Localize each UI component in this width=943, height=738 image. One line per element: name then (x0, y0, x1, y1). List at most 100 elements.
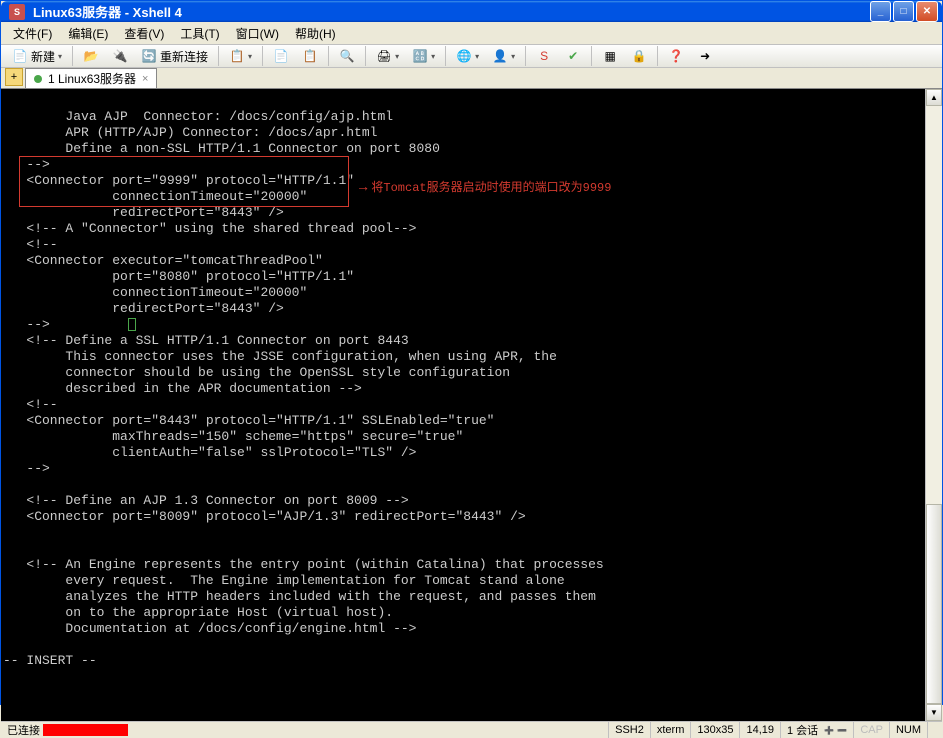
terminal-line: port="8080" protocol="HTTP/1.1" (3, 269, 354, 284)
chevron-down-icon: ▾ (511, 52, 515, 61)
terminal-line: redirectPort="8443" /> (3, 301, 284, 316)
terminal-line: <!-- Define an AJP 1.3 Connector on port… (3, 493, 409, 508)
chevron-down-icon: ▾ (248, 52, 252, 61)
copy-button[interactable]: 📄 (268, 45, 294, 67)
menu-window[interactable]: 窗口(W) (230, 23, 285, 44)
open-button[interactable]: 📂 (78, 45, 104, 67)
maximize-button[interactable]: □ (893, 1, 914, 22)
check-button[interactable]: ✔ (560, 45, 586, 67)
terminal-line: APR (HTTP/AJP) Connector: /docs/apr.html (3, 125, 377, 140)
add-tab-button[interactable]: + (5, 68, 23, 86)
terminal-line: connectionTimeout="20000" (3, 285, 307, 300)
folder-icon: 📂 (83, 48, 99, 64)
paste-button[interactable]: 📋 (297, 45, 323, 67)
globe-button[interactable]: 🌐▾ (451, 45, 484, 67)
status-pos: 14,19 (740, 722, 781, 738)
script-icon: S (536, 48, 552, 64)
minus-icon[interactable]: ➖ (837, 726, 847, 735)
content-area: Java AJP Connector: /docs/config/ajp.htm… (1, 89, 942, 721)
exit-icon: ➜ (697, 48, 713, 64)
scroll-up-button[interactable]: ▲ (926, 89, 942, 106)
terminal-line: <!-- (3, 237, 58, 252)
globe-icon: 🌐 (456, 48, 472, 64)
app-window: S Linux63服务器 - Xshell 4 _ □ ✕ 文件(F) 编辑(E… (0, 0, 943, 705)
terminal[interactable]: Java AJP Connector: /docs/config/ajp.htm… (1, 89, 925, 721)
font-icon: 🔠 (412, 48, 428, 64)
status-term: xterm (651, 722, 692, 738)
status-num: NUM (890, 722, 928, 738)
terminal-line: described in the APR documentation --> (3, 381, 362, 396)
scroll-down-button[interactable]: ▼ (926, 704, 942, 721)
menu-tools[interactable]: 工具(T) (174, 23, 225, 44)
search-icon: 🔍 (339, 48, 355, 64)
terminal-line: <Connector port="8009" protocol="AJP/1.3… (3, 509, 526, 524)
script-button[interactable]: S (531, 45, 557, 67)
annotation-text: 将Tomcat服务器启动时使用的端口改为9999 (359, 180, 611, 196)
terminal-line: connectionTimeout="20000" (3, 189, 307, 204)
lock-button[interactable]: 🔒 (626, 45, 652, 67)
paste-icon: 📋 (302, 48, 318, 64)
terminal-line: Documentation at /docs/config/engine.htm… (3, 621, 416, 636)
new-button[interactable]: 📄新建▾ (7, 45, 67, 67)
window-controls: _ □ ✕ (870, 1, 938, 22)
terminal-line: <!-- (3, 397, 58, 412)
menu-edit[interactable]: 编辑(E) (62, 23, 114, 44)
terminal-line: Define a non-SSL HTTP/1.1 Connector on p… (3, 141, 440, 156)
font-button[interactable]: 🔠▾ (407, 45, 440, 67)
separator (591, 46, 592, 66)
find-button[interactable]: 🔍 (334, 45, 360, 67)
resize-grip[interactable] (928, 722, 942, 738)
titlebar[interactable]: S Linux63服务器 - Xshell 4 _ □ ✕ (1, 1, 942, 22)
user-button[interactable]: 👤▾ (487, 45, 520, 67)
separator (525, 46, 526, 66)
terminal-line: Java AJP Connector: /docs/config/ajp.htm… (3, 109, 393, 124)
close-button[interactable]: ✕ (916, 1, 938, 22)
profiles-icon: 📋 (229, 48, 245, 64)
help-icon: ❓ (668, 48, 684, 64)
terminal-line: clientAuth="false" sslProtocol="TLS" /> (3, 445, 416, 460)
copy-icon: 📄 (273, 48, 289, 64)
disconnect-button[interactable]: 🔌 (107, 45, 133, 67)
terminal-line: <Connector port="8443" protocol="HTTP/1.… (3, 413, 494, 428)
plus-icon[interactable]: ➕ (824, 726, 834, 735)
redacted-block (43, 724, 128, 736)
scrollbar[interactable]: ▲ ▼ (925, 89, 942, 721)
chevron-down-icon: ▾ (431, 52, 435, 61)
terminal-line: <!-- An Engine represents the entry poin… (3, 557, 604, 572)
tab-session[interactable]: 1 Linux63服务器 × (25, 68, 157, 88)
scroll-thumb[interactable] (926, 504, 942, 704)
cursor-icon (128, 318, 136, 331)
terminal-line: <!-- A "Connector" using the shared thre… (3, 221, 416, 236)
exit-button[interactable]: ➜ (692, 45, 718, 67)
status-connected: 已连接 (1, 722, 609, 738)
minimize-button[interactable]: _ (870, 1, 891, 22)
tab-close-button[interactable]: × (142, 73, 148, 85)
menubar: 文件(F) 编辑(E) 查看(V) 工具(T) 窗口(W) 帮助(H) (1, 23, 942, 45)
chevron-down-icon: ▾ (58, 52, 62, 61)
menu-help[interactable]: 帮助(H) (289, 23, 342, 44)
terminal-line: This connector uses the JSSE configurati… (3, 349, 557, 364)
print-button[interactable]: 🖨▾ (371, 45, 404, 67)
status-size: 130x35 (691, 722, 740, 738)
reconnect-button[interactable]: 🔄重新连接 (136, 45, 213, 67)
menu-file[interactable]: 文件(F) (7, 23, 58, 44)
help-button[interactable]: ❓ (663, 45, 689, 67)
disconnect-icon: 🔌 (112, 48, 128, 64)
window-title: Linux63服务器 - Xshell 4 (33, 2, 870, 21)
terminal-line: <!-- Define a SSL HTTP/1.1 Connector on … (3, 333, 409, 348)
menu-view[interactable]: 查看(V) (118, 23, 170, 44)
terminal-line: <Connector port="9999" protocol="HTTP/1.… (3, 173, 354, 188)
separator (445, 46, 446, 66)
status-ssh: SSH2 (609, 722, 651, 738)
profiles-button[interactable]: 📋▾ (224, 45, 257, 67)
grid-button[interactable]: ▦ (597, 45, 623, 67)
separator (72, 46, 73, 66)
scroll-track[interactable] (926, 106, 942, 704)
terminal-line: -- INSERT -- (3, 653, 97, 668)
chevron-down-icon: ▾ (395, 52, 399, 61)
status-dot-icon (34, 75, 42, 83)
user-icon: 👤 (492, 48, 508, 64)
terminal-line: redirectPort="8443" /> (3, 205, 284, 220)
tabbar: + 1 Linux63服务器 × (1, 68, 942, 89)
toolbar: 📄新建▾ 📂 🔌 🔄重新连接 📋▾ 📄 📋 🔍 🖨▾ 🔠▾ 🌐▾ 👤▾ S ✔ … (1, 45, 942, 68)
